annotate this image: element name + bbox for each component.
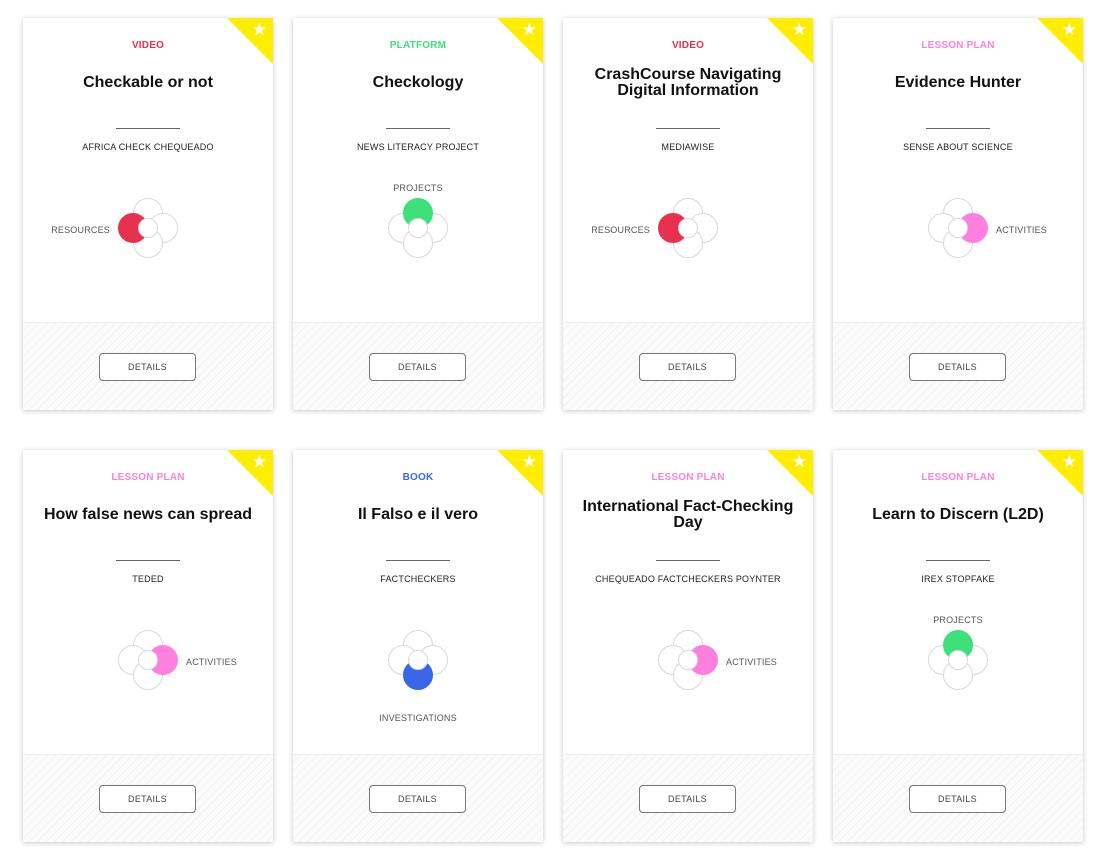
resource-type: LESSON PLAN (921, 472, 995, 483)
category-diagram (658, 198, 718, 258)
card-footer: DETAILS (293, 322, 543, 410)
card-footer: DETAILS (293, 754, 543, 842)
divider (926, 560, 990, 561)
resource-card[interactable]: ★ LESSON PLAN Evidence Hunter SENSE ABOUT S… (833, 18, 1083, 410)
resource-title[interactable]: International Fact-Checking Day (575, 492, 801, 538)
star-icon: ★ (791, 20, 807, 40)
category-diagram (928, 630, 988, 690)
organizations: MEDIAWISE (661, 142, 715, 152)
resource-title[interactable]: Evidence Hunter (845, 60, 1071, 106)
petal-center (408, 218, 428, 238)
star-icon: ★ (1061, 20, 1077, 40)
petal-center (408, 650, 428, 670)
star-icon: ★ (791, 452, 807, 472)
card-footer: DETAILS (563, 754, 813, 842)
category-diagram (118, 630, 178, 690)
organizations: FACTCHECKERS (380, 574, 456, 584)
category-label: ACTIVITIES (186, 657, 238, 667)
resource-title[interactable]: CrashCourse Navigating Digital Informati… (575, 60, 801, 106)
star-icon: ★ (521, 452, 537, 472)
category-label: PROJECTS (393, 183, 443, 193)
divider (656, 560, 720, 561)
category-diagram (658, 630, 718, 690)
card-footer: DETAILS (23, 322, 273, 410)
resource-type: VIDEO (671, 40, 705, 51)
card-footer: DETAILS (833, 322, 1083, 410)
resource-card[interactable]: ★ LESSON PLAN Learn to Discern (L2D) IREX S… (833, 450, 1083, 842)
organizations: SENSE ABOUT SCIENCE (903, 142, 1013, 152)
resource-type: PLATFORM (389, 40, 447, 51)
details-button[interactable]: DETAILS (639, 785, 736, 813)
category-label: ACTIVITIES (996, 225, 1048, 235)
star-icon: ★ (1061, 452, 1077, 472)
divider (116, 560, 180, 561)
petal-center (948, 650, 968, 670)
resource-title[interactable]: Checkology (305, 60, 531, 106)
divider (386, 560, 450, 561)
resource-card[interactable]: ★ PLATFORM Checkology NEWS LITERACY PROJECT… (293, 18, 543, 410)
resource-card[interactable]: ★ LESSON PLAN International Fact-Checking … (563, 450, 813, 842)
card-footer: DETAILS (833, 754, 1083, 842)
resource-title[interactable]: Il Falso e il vero (305, 492, 531, 538)
organizations: CHEQUEADO FACTCHECKERS POYNTER (595, 574, 781, 584)
details-button[interactable]: DETAILS (99, 785, 196, 813)
details-button[interactable]: DETAILS (369, 353, 466, 381)
divider (386, 128, 450, 129)
star-icon: ★ (521, 20, 537, 40)
resource-card[interactable]: ★ BOOK Il Falso e il vero FACTCHECKERS INVES… (293, 450, 543, 842)
card-footer: DETAILS (23, 754, 273, 842)
star-icon: ★ (251, 452, 267, 472)
category-label: ACTIVITIES (726, 657, 778, 667)
petal-center (678, 650, 698, 670)
organizations: NEWS LITERACY PROJECT (356, 142, 480, 152)
category-diagram (118, 198, 178, 258)
resource-type: BOOK (402, 472, 434, 483)
resource-type: LESSON PLAN (921, 40, 995, 51)
resource-title[interactable]: How false news can spread (35, 492, 261, 538)
petal-center (138, 650, 158, 670)
resource-card[interactable]: ★ VIDEO CrashCourse Navigating Digital Inf… (563, 18, 813, 410)
organizations: AFRICA CHECK CHEQUEADO (82, 142, 214, 152)
card-footer: DETAILS (563, 322, 813, 410)
petal-center (138, 218, 158, 238)
divider (116, 128, 180, 129)
category-label: RESOURCES (591, 225, 650, 235)
category-diagram (928, 198, 988, 258)
details-button[interactable]: DETAILS (639, 353, 736, 381)
category-diagram (388, 630, 448, 690)
resource-title[interactable]: Checkable or not (35, 60, 261, 106)
divider (926, 128, 990, 129)
resource-type: LESSON PLAN (111, 472, 185, 483)
petal-center (678, 218, 698, 238)
resource-card[interactable]: ★ VIDEO Checkable or not AFRICA CHECK CHEQU… (23, 18, 273, 410)
divider (656, 128, 720, 129)
details-button[interactable]: DETAILS (99, 353, 196, 381)
star-icon: ★ (251, 20, 267, 40)
organizations: TEDED (132, 574, 164, 584)
category-label: PROJECTS (933, 615, 983, 625)
details-button[interactable]: DETAILS (369, 785, 466, 813)
category-diagram (388, 198, 448, 258)
organizations: IREX STOPFAKE (921, 574, 995, 584)
details-button[interactable]: DETAILS (909, 353, 1006, 381)
resource-card[interactable]: ★ LESSON PLAN How false news can spread TED… (23, 450, 273, 842)
details-button[interactable]: DETAILS (909, 785, 1006, 813)
petal-center (948, 218, 968, 238)
category-label: INVESTIGATIONS (379, 713, 457, 723)
resource-type: VIDEO (131, 40, 165, 51)
resource-title[interactable]: Learn to Discern (L2D) (845, 492, 1071, 538)
resource-type: LESSON PLAN (651, 472, 725, 483)
category-label: RESOURCES (51, 225, 110, 235)
